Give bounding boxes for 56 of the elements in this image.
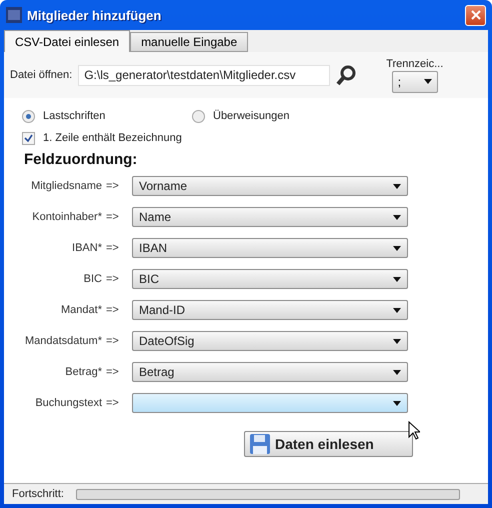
file-label: Datei öffnen:	[10, 69, 72, 81]
field-label: Buchungstext	[35, 397, 102, 409]
caret-icon	[393, 214, 401, 220]
caret-icon	[393, 184, 401, 188]
arrow-text: =>	[106, 273, 120, 285]
column-dropdown[interactable]	[132, 393, 408, 413]
checkbox[interactable]	[22, 132, 35, 144]
section-heading: Feldzuordnung:	[24, 151, 138, 168]
field-label: BIC	[84, 273, 102, 285]
checkbox-label: 1. Zeile enthält Bezeichnung	[43, 132, 182, 144]
field-label: Mandat*	[61, 304, 102, 316]
caret-icon	[393, 400, 401, 406]
search-icon[interactable]	[336, 64, 358, 86]
separator-label: Trennzeic...	[386, 58, 444, 70]
arrow-text: =>	[106, 366, 120, 378]
cursor-icon	[408, 421, 420, 440]
radio-label: Überweisungen	[213, 110, 290, 122]
caret-icon	[424, 79, 432, 84]
column-dropdown[interactable]: Name	[132, 207, 408, 227]
column-dropdown[interactable]: Mand-ID	[132, 300, 408, 320]
field-label: IBAN*	[72, 242, 102, 254]
caret-icon	[393, 308, 401, 312]
progress-label: Fortschritt:	[12, 488, 64, 500]
caret-icon	[393, 276, 401, 282]
column-dropdown[interactable]: BIC	[132, 269, 408, 289]
field-label: Mandatsdatum*	[24, 335, 102, 347]
field-label: Betrag*	[65, 366, 102, 378]
close-button[interactable]	[465, 4, 486, 26]
column-dropdown[interactable]: DateOfSig	[132, 331, 408, 351]
radio-label: Lastschriften	[43, 110, 106, 122]
field-label: Mitgliedsname	[31, 180, 102, 192]
floppy-icon	[249, 433, 271, 455]
import-button[interactable]: Daten einlesen	[244, 431, 413, 457]
tab[interactable]: CSV-Datei einlesen	[4, 30, 130, 52]
file-path-field[interactable]: G:\ls_generator\testdaten\Mitglieder.csv	[78, 64, 330, 86]
app-icon	[6, 7, 22, 23]
radio-button[interactable]	[192, 110, 205, 122]
arrow-text: =>	[106, 335, 120, 347]
radio-button[interactable]	[22, 110, 35, 122]
column-dropdown[interactable]: IBAN	[132, 238, 408, 258]
arrow-text: =>	[106, 397, 120, 409]
arrow-text: =>	[106, 211, 120, 223]
caret-icon	[393, 246, 401, 250]
window-title: Mitglieder hinzufügen	[27, 8, 162, 22]
tab[interactable]: manuelle Eingabe	[130, 32, 248, 52]
close-icon	[470, 10, 480, 20]
column-dropdown[interactable]: Betrag	[132, 362, 408, 382]
arrow-text: =>	[106, 180, 120, 192]
arrow-text: =>	[106, 304, 120, 316]
column-dropdown[interactable]: Vorname	[132, 176, 408, 196]
separator-dropdown[interactable]: ;	[392, 70, 438, 92]
checkmark-icon	[24, 134, 33, 142]
field-label: Kontoinhaber*	[32, 211, 102, 223]
caret-icon	[393, 338, 401, 344]
caret-icon	[393, 370, 401, 374]
arrow-text: =>	[106, 242, 120, 254]
